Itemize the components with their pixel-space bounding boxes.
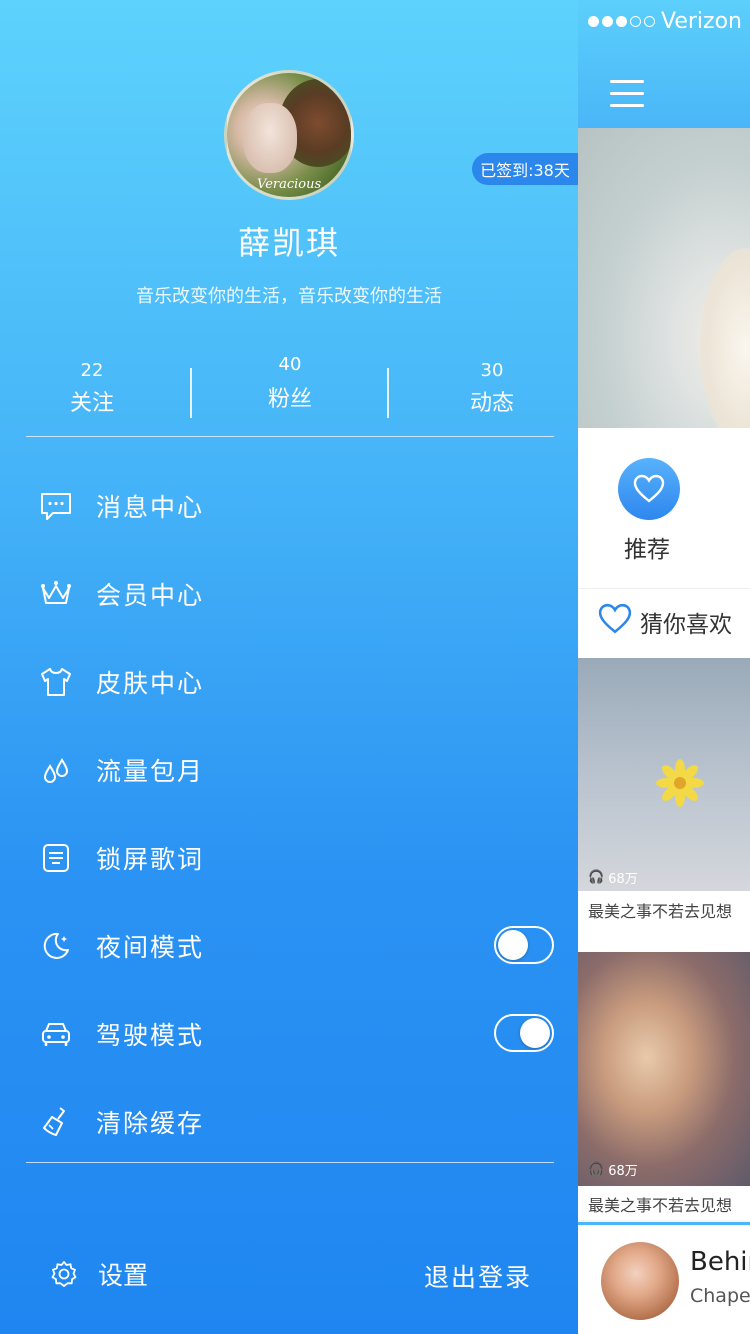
stat-label: 关注 xyxy=(69,391,114,416)
now-playing-cover xyxy=(598,1239,682,1323)
stat-value: 30 xyxy=(480,360,504,381)
menu-item-clear-cache[interactable]: 清除缓存 xyxy=(0,1078,578,1166)
lyrics-icon xyxy=(43,844,69,872)
play-count: 🎧 68万 xyxy=(588,868,638,887)
now-playing-title: Behin xyxy=(690,1247,750,1277)
heart-outline-icon xyxy=(598,603,632,634)
play-count: 🎧 68万 xyxy=(588,1160,638,1179)
checkin-badge[interactable]: 已签到:38天 xyxy=(472,153,578,185)
menu-item-label: 夜间模式 xyxy=(96,933,205,962)
crown-icon xyxy=(41,581,71,604)
menu-item-skins[interactable]: 皮肤中心 xyxy=(0,638,578,726)
divider xyxy=(26,436,554,437)
flower-image xyxy=(656,759,704,807)
menu-item-label: 驾驶模式 xyxy=(96,1021,205,1050)
status-bar: Verizon xyxy=(588,8,750,34)
menu-item-label: 消息中心 xyxy=(96,493,205,522)
driving-mode-toggle[interactable] xyxy=(494,1014,554,1052)
banner-image[interactable] xyxy=(578,128,750,428)
stat-fans[interactable]: 40 粉丝 xyxy=(200,354,380,413)
username: 薛凯琪 xyxy=(237,224,340,262)
divider xyxy=(26,1162,554,1163)
play-count-value: 68万 xyxy=(608,872,638,887)
stat-following[interactable]: 22 关注 xyxy=(2,360,182,417)
tshirt-icon xyxy=(41,668,71,696)
menu-item-label: 会员中心 xyxy=(96,581,205,610)
playlist-card[interactable]: 🎧 68万 最美之事不若去见想 xyxy=(578,658,750,952)
playlist-title: 最美之事不若去见想 xyxy=(588,902,733,921)
signal-icon xyxy=(588,15,655,27)
night-mode-toggle[interactable] xyxy=(494,926,554,964)
menu-item-label: 清除缓存 xyxy=(96,1109,205,1138)
guess-you-like-label: 猜你喜欢 xyxy=(640,612,732,638)
divider xyxy=(387,368,389,418)
menu-item-label: 皮肤中心 xyxy=(96,669,205,698)
playlist-card[interactable]: 🎧 68万 最美之事不若去见想 xyxy=(578,952,750,1220)
stat-label: 动态 xyxy=(469,391,514,416)
stat-value: 22 xyxy=(80,360,104,381)
play-count-value: 68万 xyxy=(608,1164,638,1179)
guess-you-like-header: 猜你喜欢 xyxy=(578,588,750,658)
heart-icon xyxy=(633,474,665,503)
user-bio: 音乐改变你的生活，音乐改变你的生活 xyxy=(136,286,442,307)
car-icon xyxy=(42,1023,70,1046)
recommend-label: 推荐 xyxy=(624,537,670,563)
gear-icon xyxy=(51,1261,77,1287)
menu-item-label: 锁屏歌词 xyxy=(96,845,205,874)
avatar-caption: Veracious xyxy=(257,177,322,192)
playlist-cover xyxy=(578,658,750,891)
carrier-name: Verizon xyxy=(661,8,742,34)
stat-value: 40 xyxy=(278,354,302,375)
menu-item-membership[interactable]: 会员中心 xyxy=(0,550,578,638)
stat-posts[interactable]: 30 动态 xyxy=(402,360,582,417)
avatar[interactable]: Veracious xyxy=(224,70,354,200)
menu-item-messages[interactable]: 消息中心 xyxy=(0,462,578,550)
recommend-button[interactable] xyxy=(618,458,680,520)
stat-label: 粉丝 xyxy=(267,387,312,412)
menu-item-label: 流量包月 xyxy=(96,757,205,786)
logout-button[interactable]: 退出登录 xyxy=(424,1258,532,1294)
side-drawer: Veracious 已签到:38天 薛凯琪 音乐改变你的生活，音乐改变你的生活 … xyxy=(0,0,578,1334)
playlist-cover xyxy=(578,952,750,1186)
settings-button[interactable]: 设置 xyxy=(50,1256,148,1292)
menu-item-lockscreen-lyrics[interactable]: 锁屏歌词 xyxy=(0,814,578,902)
hamburger-menu-icon[interactable] xyxy=(610,76,646,112)
moon-icon xyxy=(43,932,69,959)
headphones-icon: 🎧 xyxy=(588,870,605,885)
now-playing-artist: Chapet xyxy=(690,1285,750,1307)
menu-item-data-plan[interactable]: 流量包月 xyxy=(0,726,578,814)
droplets-icon xyxy=(43,758,69,783)
recommend-section: 推荐 xyxy=(578,428,750,588)
settings-label: 设置 xyxy=(98,1261,149,1290)
broom-icon xyxy=(43,1107,65,1136)
playlist-title: 最美之事不若去见想 xyxy=(588,1196,733,1215)
menu-item-driving-mode[interactable]: 驾驶模式 xyxy=(0,990,578,1078)
message-icon xyxy=(41,493,71,520)
menu-item-night-mode[interactable]: 夜间模式 xyxy=(0,902,578,990)
mini-player[interactable]: Behin Chapet xyxy=(578,1222,750,1334)
headphones-icon: 🎧 xyxy=(588,1162,605,1177)
user-stats: 22 关注 40 粉丝 30 动态 xyxy=(0,354,578,422)
divider xyxy=(190,368,192,418)
